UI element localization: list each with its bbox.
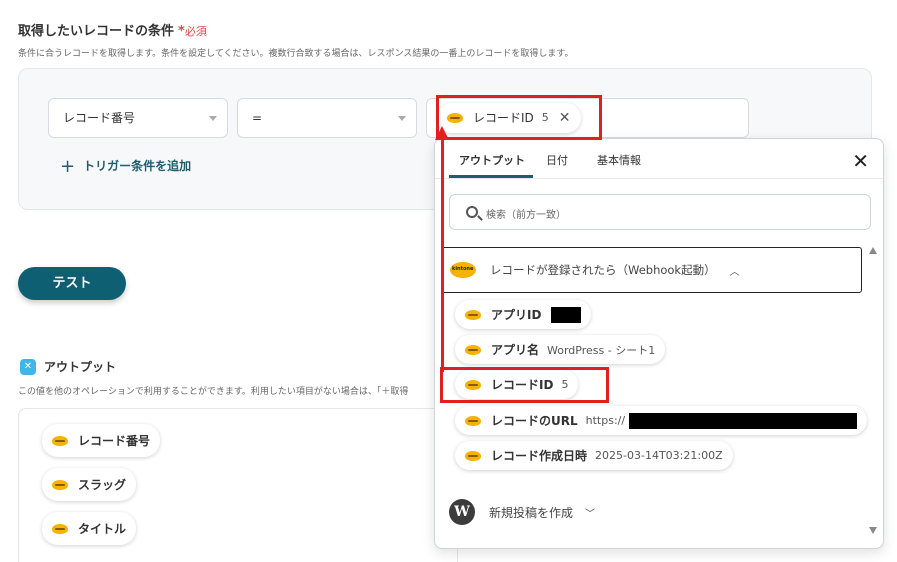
kintone-icon — [465, 415, 481, 426]
active-tab-indicator — [449, 175, 533, 178]
kintone-icon — [52, 523, 68, 534]
output-item-label: スラッグ — [78, 478, 127, 492]
output-title-text: アウトプット — [44, 360, 117, 374]
wordpress-group-header[interactable]: W 新規投稿を作成 ﹀ — [449, 499, 595, 525]
required-star: * — [178, 24, 185, 39]
search-icon — [466, 206, 478, 218]
item-value: 2025-03-14T03:21:00Z — [595, 449, 723, 462]
panel-item-record-url[interactable]: レコードのURL https:// — [455, 406, 868, 435]
redacted-value — [629, 412, 858, 429]
search-input[interactable]: 検索（前方一致） — [449, 194, 871, 230]
annotation-arrow-line — [441, 136, 444, 372]
panel-item-app-name[interactable]: アプリ名 WordPress - シート1 — [455, 335, 666, 364]
item-name: アプリ名 — [491, 343, 540, 357]
output-item[interactable]: スラッグ — [42, 468, 137, 501]
field-select[interactable]: レコード番号 — [48, 98, 228, 138]
kintone-icon — [52, 479, 68, 490]
output-item-label: レコード番号 — [78, 434, 151, 448]
add-trigger-condition-button[interactable]: + トリガー条件を追加 — [60, 156, 191, 177]
wordpress-icon: W — [449, 499, 475, 525]
operator-select-value: = — [252, 111, 263, 125]
tab-date[interactable]: 日付 — [546, 152, 568, 168]
scroll-down-arrow[interactable] — [869, 527, 877, 534]
item-value: https:// — [585, 414, 626, 427]
chevron-up-icon: ︿ — [729, 266, 740, 278]
search-placeholder: 検索（前方一致） — [486, 210, 566, 221]
panel-tabs: アウトプット 日付 基本情報 ✕ — [435, 139, 883, 179]
output-item[interactable]: タイトル — [42, 512, 137, 545]
chevron-down-icon — [209, 116, 217, 121]
condition-description: 条件に合うレコードを取得します。条件を設定してください。複数行合致する場合は、レ… — [18, 49, 574, 59]
test-button[interactable]: テスト — [18, 267, 126, 300]
tab-basic-info[interactable]: 基本情報 — [597, 152, 641, 168]
output-item[interactable]: レコード番号 — [42, 424, 161, 457]
condition-title: 取得したいレコードの条件 *必須 — [18, 24, 207, 39]
output-title: ✕ アウトプット — [20, 358, 116, 375]
wordpress-group-label: 新規投稿を作成 — [489, 505, 574, 520]
scroll-up-arrow[interactable] — [869, 247, 877, 254]
kintone-icon — [465, 344, 481, 355]
required-label: 必須 — [184, 25, 207, 38]
close-icon[interactable]: ✕ — [852, 149, 869, 173]
chevron-down-icon: ﹀ — [585, 508, 596, 520]
trigger-group-header[interactable]: レコードが登録されたら（Webhook起動） ︿ — [441, 247, 862, 293]
item-name: アプリID — [491, 308, 542, 322]
group-label: レコードが登録されたら（Webhook起動） — [490, 263, 716, 277]
kintone-icon — [465, 309, 481, 320]
variable-picker-panel: アウトプット 日付 基本情報 ✕ 検索（前方一致） レコードが登録されたら（We… — [434, 138, 884, 549]
kintone-logo-icon — [450, 262, 476, 278]
add-trigger-label: トリガー条件を追加 — [83, 159, 192, 173]
annotation-arrow-head — [435, 126, 449, 140]
item-name: レコードのURL — [491, 414, 578, 428]
panel-item-app-id[interactable]: アプリID — [455, 300, 592, 329]
output-icon: ✕ — [20, 358, 36, 375]
output-description: この値を他のオペレーションで利用することができます。利用したい項目がない場合は、… — [18, 387, 409, 397]
tab-output[interactable]: アウトプット — [459, 152, 525, 168]
redacted-value — [551, 306, 582, 323]
operator-select[interactable]: = — [237, 98, 417, 138]
plus-icon: + — [60, 156, 76, 177]
panel-item-record-created[interactable]: レコード作成日時 2025-03-14T03:21:00Z — [455, 441, 733, 470]
highlight-box-record-id — [440, 367, 609, 403]
item-name: レコード作成日時 — [491, 449, 588, 463]
kintone-icon — [465, 450, 481, 461]
item-value: WordPress - シート1 — [547, 343, 656, 357]
kintone-icon — [52, 435, 68, 446]
field-select-value: レコード番号 — [63, 111, 136, 125]
highlight-box-value — [436, 95, 602, 140]
output-item-label: タイトル — [78, 522, 127, 536]
chevron-down-icon — [398, 116, 406, 121]
